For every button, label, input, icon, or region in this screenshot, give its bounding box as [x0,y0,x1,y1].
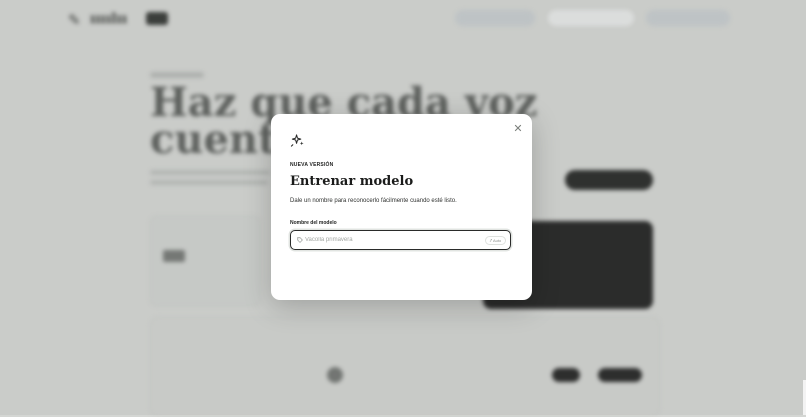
model-name-label: Nombre del modelo [290,220,337,226]
model-name-field[interactable]: ⤤ Auto [290,230,511,250]
dialog-description: Dale un nombre para reconocerlo fácilmen… [290,198,457,204]
dialog-title: Entrenar modelo [290,174,414,189]
tag-icon [297,237,303,243]
wand-icon: ⤤ [489,238,493,243]
model-name-input[interactable] [305,233,475,247]
sparkles-icon [290,134,304,147]
close-button[interactable]: ✕ [511,122,525,136]
close-icon: ✕ [513,123,523,135]
auto-generate-button[interactable]: ⤤ Auto [485,236,506,245]
train-model-dialog: ✕ NUEVA VERSIÓN Entrenar modelo Dale un … [271,114,532,300]
dialog-eyebrow: NUEVA VERSIÓN [290,162,334,168]
auto-generate-label: Auto [493,238,502,243]
